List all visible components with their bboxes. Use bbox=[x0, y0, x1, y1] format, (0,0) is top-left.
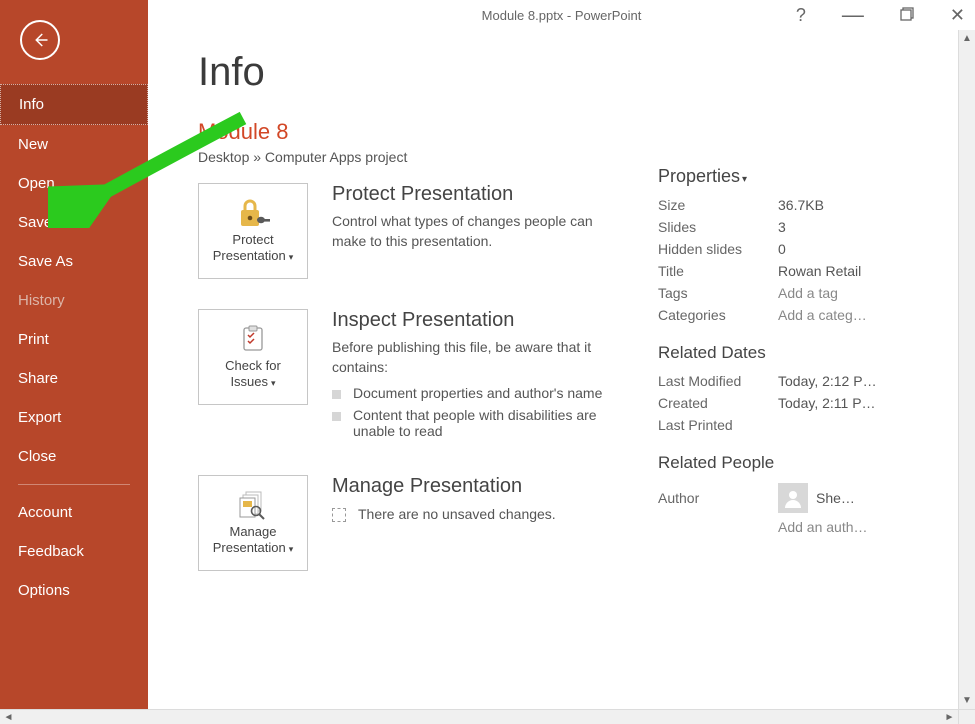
bullet-icon bbox=[332, 412, 341, 421]
protect-presentation-button[interactable]: ProtectPresentation▾ bbox=[198, 183, 308, 279]
lock-icon bbox=[236, 198, 270, 228]
chevron-down-icon: ▾ bbox=[289, 544, 294, 555]
nav-options[interactable]: Options bbox=[0, 571, 148, 610]
main-panel: Module 8.pptx - PowerPoint ? — ✕ Info Mo… bbox=[148, 0, 975, 724]
chevron-down-icon: ▾ bbox=[742, 174, 747, 185]
nav-save[interactable]: Save bbox=[0, 203, 148, 242]
close-icon[interactable]: ✕ bbox=[950, 5, 965, 26]
nav-open[interactable]: Open bbox=[0, 164, 148, 203]
last-modified-label: Last Modified bbox=[658, 373, 778, 389]
related-people-heading: Related People bbox=[658, 453, 955, 473]
breadcrumb: Desktop » Computer Apps project bbox=[198, 149, 618, 165]
prop-tags-input[interactable]: Add a tag bbox=[778, 285, 838, 301]
author-label: Author bbox=[658, 490, 778, 506]
chevron-down-icon: ▾ bbox=[271, 378, 276, 389]
document-icon bbox=[332, 508, 346, 522]
back-arrow-icon bbox=[31, 31, 49, 49]
nav-export[interactable]: Export bbox=[0, 398, 148, 437]
nav-info[interactable]: Info bbox=[0, 84, 148, 125]
protect-heading: Protect Presentation bbox=[332, 183, 618, 206]
page-title: Info bbox=[198, 50, 618, 95]
scroll-up-icon[interactable]: ▲ bbox=[959, 30, 975, 47]
document-title: Module 8 bbox=[198, 119, 618, 145]
checklist-icon bbox=[238, 324, 268, 354]
nav-account[interactable]: Account bbox=[0, 493, 148, 532]
nav-share[interactable]: Share bbox=[0, 359, 148, 398]
add-author-input[interactable]: Add an auth… bbox=[778, 519, 868, 535]
nav-separator bbox=[18, 484, 130, 485]
inspect-issue: Document properties and author's name bbox=[332, 385, 618, 401]
prop-size-label: Size bbox=[658, 197, 778, 213]
inspect-heading: Inspect Presentation bbox=[332, 309, 618, 332]
related-dates-heading: Related Dates bbox=[658, 343, 955, 363]
manage-presentation-button[interactable]: ManagePresentation▾ bbox=[198, 475, 308, 571]
scrollbar-vertical[interactable]: ▲ ▼ bbox=[958, 30, 975, 709]
manage-message: There are no unsaved changes. bbox=[332, 506, 618, 522]
author-name[interactable]: She… bbox=[816, 490, 855, 506]
prop-tags-label: Tags bbox=[658, 285, 778, 301]
created-value: Today, 2:11 P… bbox=[778, 395, 876, 411]
nav-history[interactable]: History bbox=[0, 281, 148, 320]
nav-save-as[interactable]: Save As bbox=[0, 242, 148, 281]
scroll-left-icon[interactable]: ◄ bbox=[0, 710, 17, 724]
prop-hidden-value: 0 bbox=[778, 241, 786, 257]
prop-title-label: Title bbox=[658, 263, 778, 279]
properties-dropdown[interactable]: Properties▾ bbox=[658, 166, 955, 187]
scroll-right-icon[interactable]: ► bbox=[941, 710, 958, 724]
manage-heading: Manage Presentation bbox=[332, 475, 618, 498]
titlebar: Module 8.pptx - PowerPoint ? — ✕ bbox=[148, 0, 975, 30]
nav-new[interactable]: New bbox=[0, 125, 148, 164]
prop-slides-label: Slides bbox=[658, 219, 778, 235]
help-icon[interactable]: ? bbox=[796, 5, 806, 26]
back-button[interactable] bbox=[20, 20, 60, 60]
prop-categories-input[interactable]: Add a categ… bbox=[778, 307, 867, 323]
nav-print[interactable]: Print bbox=[0, 320, 148, 359]
last-modified-value: Today, 2:12 P… bbox=[778, 373, 877, 389]
inspect-issue: Content that people with disabilities ar… bbox=[332, 407, 618, 439]
minimize-icon[interactable]: — bbox=[842, 10, 864, 20]
prop-slides-value: 3 bbox=[778, 219, 786, 235]
window-title: Module 8.pptx - PowerPoint bbox=[482, 8, 642, 23]
protect-desc: Control what types of changes people can… bbox=[332, 212, 618, 251]
inspect-desc: Before publishing this file, be aware th… bbox=[332, 338, 618, 377]
check-for-issues-button[interactable]: Check forIssues▾ bbox=[198, 309, 308, 405]
prop-size-value: 36.7KB bbox=[778, 197, 824, 213]
prop-categories-label: Categories bbox=[658, 307, 778, 323]
scrollbar-horizontal[interactable]: ◄ ► bbox=[0, 709, 958, 724]
scroll-corner bbox=[958, 709, 975, 724]
avatar[interactable] bbox=[778, 483, 808, 513]
scroll-down-icon[interactable]: ▼ bbox=[959, 692, 975, 709]
nav-feedback[interactable]: Feedback bbox=[0, 532, 148, 571]
prop-title-value[interactable]: Rowan Retail bbox=[778, 263, 861, 279]
person-icon bbox=[783, 488, 803, 508]
backstage-sidebar: Info New Open Save Save As History Print… bbox=[0, 0, 148, 724]
documents-magnifier-icon bbox=[237, 490, 269, 520]
prop-hidden-label: Hidden slides bbox=[658, 241, 778, 257]
nav-close[interactable]: Close bbox=[0, 437, 148, 476]
last-printed-label: Last Printed bbox=[658, 417, 778, 433]
bullet-icon bbox=[332, 390, 341, 399]
created-label: Created bbox=[658, 395, 778, 411]
chevron-down-icon: ▾ bbox=[289, 252, 294, 263]
restore-icon[interactable] bbox=[900, 5, 914, 26]
